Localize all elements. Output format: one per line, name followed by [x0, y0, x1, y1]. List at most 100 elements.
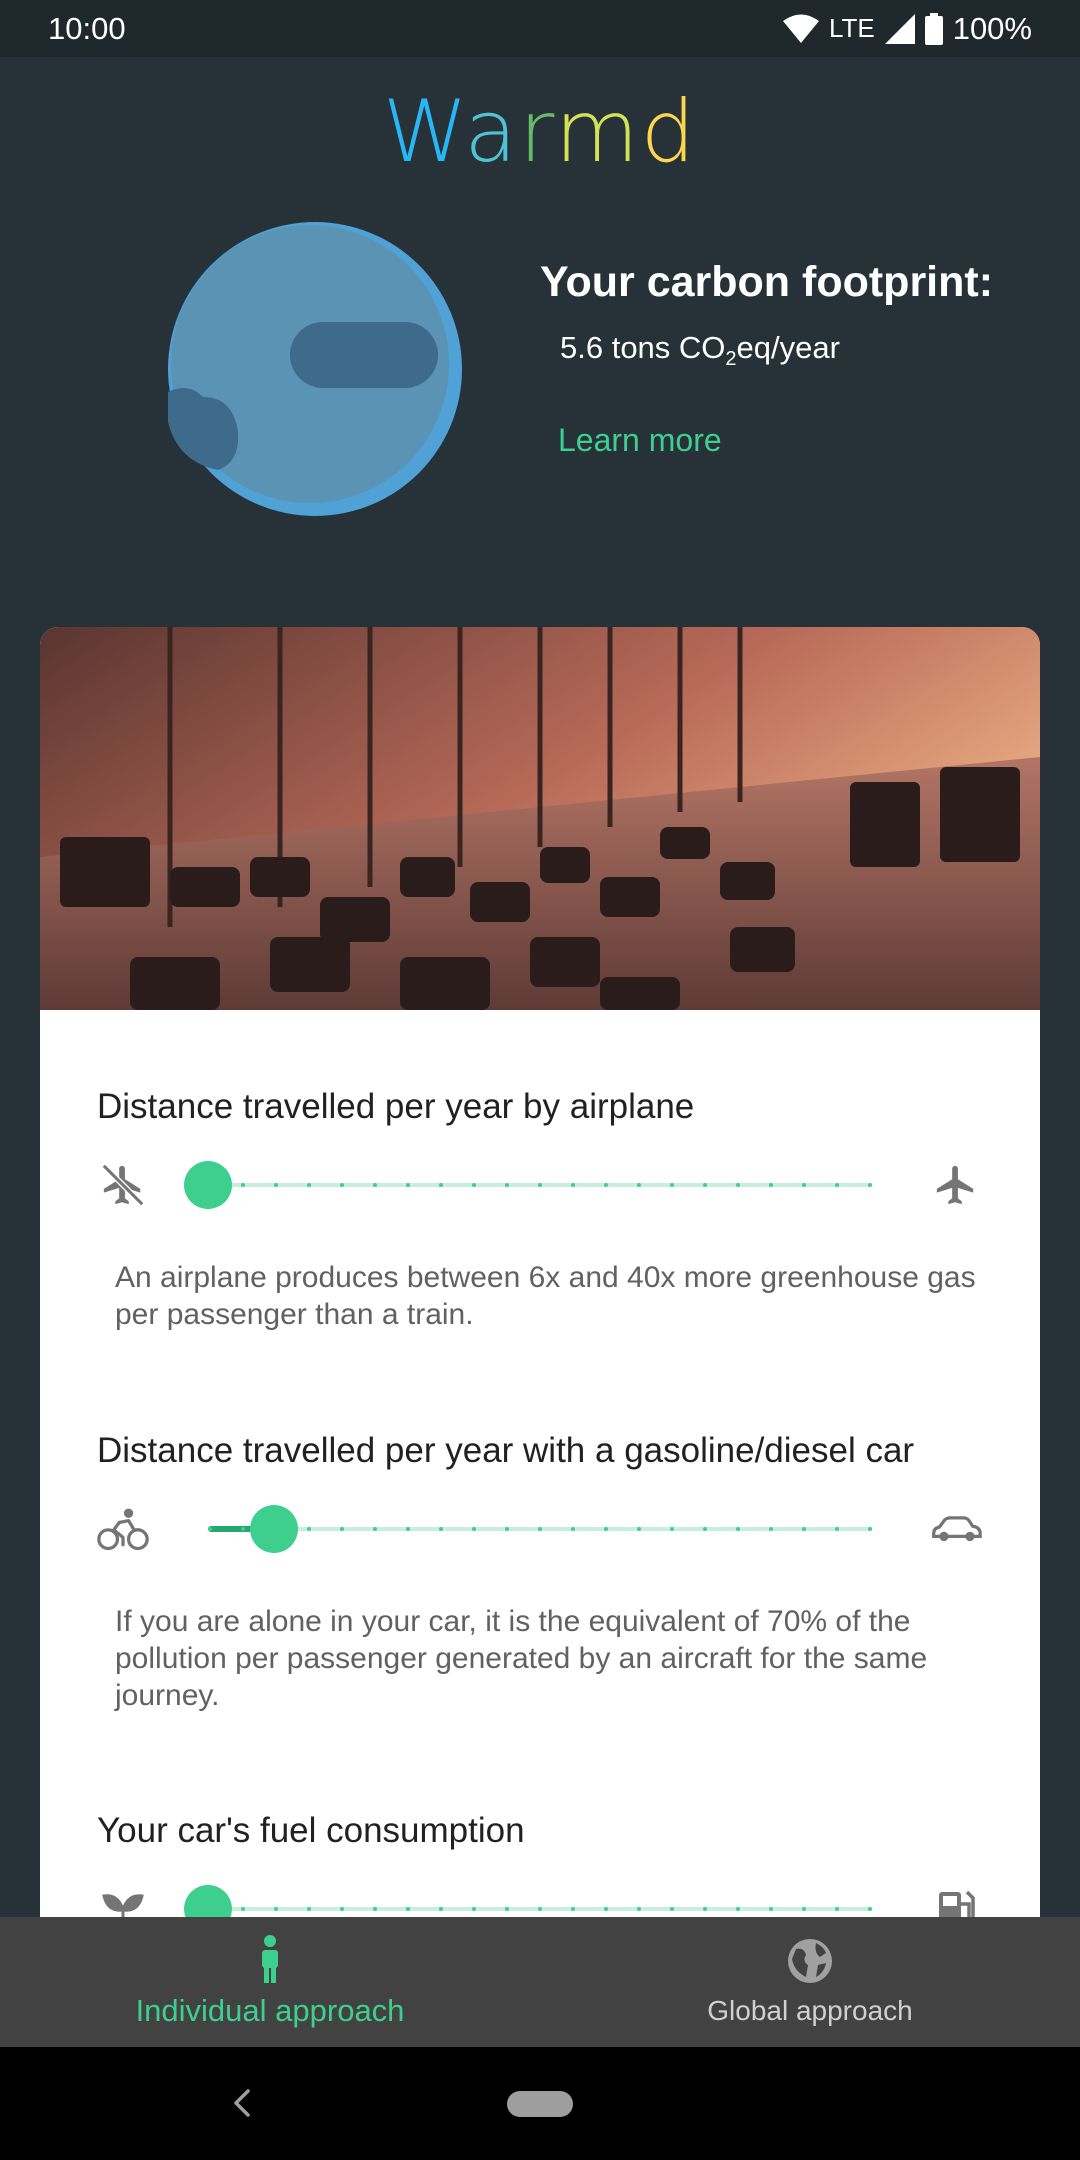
slider-tick — [670, 1907, 674, 1911]
slider-thumb[interactable] — [184, 1885, 232, 1917]
slider-tick — [604, 1183, 608, 1187]
slider-tick — [538, 1183, 542, 1187]
slider-tick — [406, 1907, 410, 1911]
slider-tick — [868, 1183, 872, 1187]
slider-thumb[interactable] — [184, 1161, 232, 1209]
slider-tick — [472, 1527, 476, 1531]
slider-ticks — [208, 1183, 872, 1187]
slider-tick — [406, 1527, 410, 1531]
slider-tick — [439, 1183, 443, 1187]
slider-tick — [538, 1907, 542, 1911]
slider-tick — [868, 1527, 872, 1531]
slider-tick — [472, 1907, 476, 1911]
slider-tick — [703, 1907, 707, 1911]
slider-tick — [835, 1183, 839, 1187]
wifi-icon — [782, 14, 819, 43]
section-title: Distance travelled per year with a gasol… — [97, 1431, 915, 1470]
title-letter: a — [464, 82, 519, 182]
slider-tick — [571, 1183, 575, 1187]
slider-tick — [505, 1907, 509, 1911]
nav-label: Global approach — [707, 1995, 913, 2026]
globe-icon — [788, 1939, 832, 1983]
battery-icon — [924, 12, 943, 45]
fuel-consumption-slider[interactable] — [40, 1879, 1040, 1917]
slider-tick — [241, 1527, 245, 1531]
network-type: LTE — [828, 13, 875, 43]
slider-tick — [736, 1907, 740, 1911]
slider-tick — [571, 1907, 575, 1911]
slider-tick — [340, 1183, 344, 1187]
slider-tick — [835, 1527, 839, 1531]
slider-tick — [307, 1907, 311, 1911]
slider-thumb[interactable] — [250, 1505, 298, 1553]
section-title: Distance travelled per year by airplane — [97, 1087, 695, 1126]
slider-tick — [241, 1907, 245, 1911]
signal-icon — [884, 13, 915, 44]
slider-tick — [307, 1183, 311, 1187]
footprint-title: Your carbon footprint: — [540, 258, 994, 306]
slider-tick — [505, 1527, 509, 1531]
slider-tick — [637, 1907, 641, 1911]
slider-tick — [439, 1527, 443, 1531]
battery-level: 100% — [952, 10, 1032, 46]
nav-individual-approach[interactable]: Individual approach — [0, 1917, 540, 2047]
title-letter: m — [554, 82, 641, 182]
slider-tick — [373, 1183, 377, 1187]
footprint-value-subscript: 2 — [725, 348, 737, 371]
slider-tick — [472, 1183, 476, 1187]
leaf-icon — [97, 1886, 149, 1917]
slider-tick — [835, 1907, 839, 1911]
car-icon — [930, 1506, 982, 1552]
nav-label: Individual approach — [135, 1993, 405, 2028]
slider-tick — [340, 1527, 344, 1531]
slider-tick — [274, 1907, 278, 1911]
bicycle-icon — [97, 1506, 149, 1552]
car-distance-slider[interactable] — [40, 1499, 1040, 1559]
title-letter: W — [382, 82, 465, 182]
system-navigation-bar — [0, 2047, 1080, 2160]
status-time: 10:00 — [48, 10, 126, 46]
footprint-value-suffix: eq/year — [736, 330, 840, 365]
transport-card: Distance travelled per year by airplane … — [40, 627, 1040, 1917]
slider-tick — [274, 1183, 278, 1187]
slider-tick — [538, 1527, 542, 1531]
title-letter: r — [519, 82, 555, 182]
slider-tick — [736, 1183, 740, 1187]
slider-tick — [802, 1907, 806, 1911]
airplane-icon — [930, 1162, 982, 1208]
back-icon[interactable] — [222, 2083, 262, 2123]
slider-tick — [307, 1527, 311, 1531]
section-description: An airplane produces between 6x and 40x … — [115, 1261, 976, 1331]
slider-tick — [505, 1183, 509, 1187]
airplane-distance-slider[interactable] — [40, 1155, 1040, 1215]
slider-tick — [208, 1527, 212, 1531]
app-title: Warmd — [0, 82, 1080, 182]
bottom-navigation: Individual approach Global approach — [0, 1917, 1080, 2047]
slider-tick — [670, 1527, 674, 1531]
slider-tick — [571, 1527, 575, 1531]
learn-more-link[interactable]: Learn more — [558, 422, 722, 459]
slider-tick — [670, 1183, 674, 1187]
nav-global-approach[interactable]: Global approach — [540, 1917, 1080, 2047]
fuel-pump-icon — [930, 1886, 982, 1917]
slider-tick — [373, 1527, 377, 1531]
slider-tick — [241, 1183, 245, 1187]
slider-tick — [736, 1527, 740, 1531]
slider-tick — [439, 1907, 443, 1911]
slider-ticks — [208, 1527, 872, 1531]
section-title: Your car's fuel consumption — [97, 1811, 525, 1850]
slider-tick — [802, 1183, 806, 1187]
slider-tick — [769, 1527, 773, 1531]
footprint-value-prefix: 5.6 tons CO — [560, 330, 726, 365]
slider-tick — [703, 1183, 707, 1187]
person-icon — [262, 1935, 278, 1983]
slider-tick — [868, 1907, 872, 1911]
slider-tick — [604, 1527, 608, 1531]
slider-tick — [802, 1527, 806, 1531]
earth-globe-icon — [168, 222, 462, 516]
slider-tick — [703, 1527, 707, 1531]
home-button[interactable] — [507, 2091, 573, 2117]
slider-tick — [637, 1183, 641, 1187]
status-icons: LTE 100% — [782, 10, 1032, 47]
slider-tick — [769, 1183, 773, 1187]
